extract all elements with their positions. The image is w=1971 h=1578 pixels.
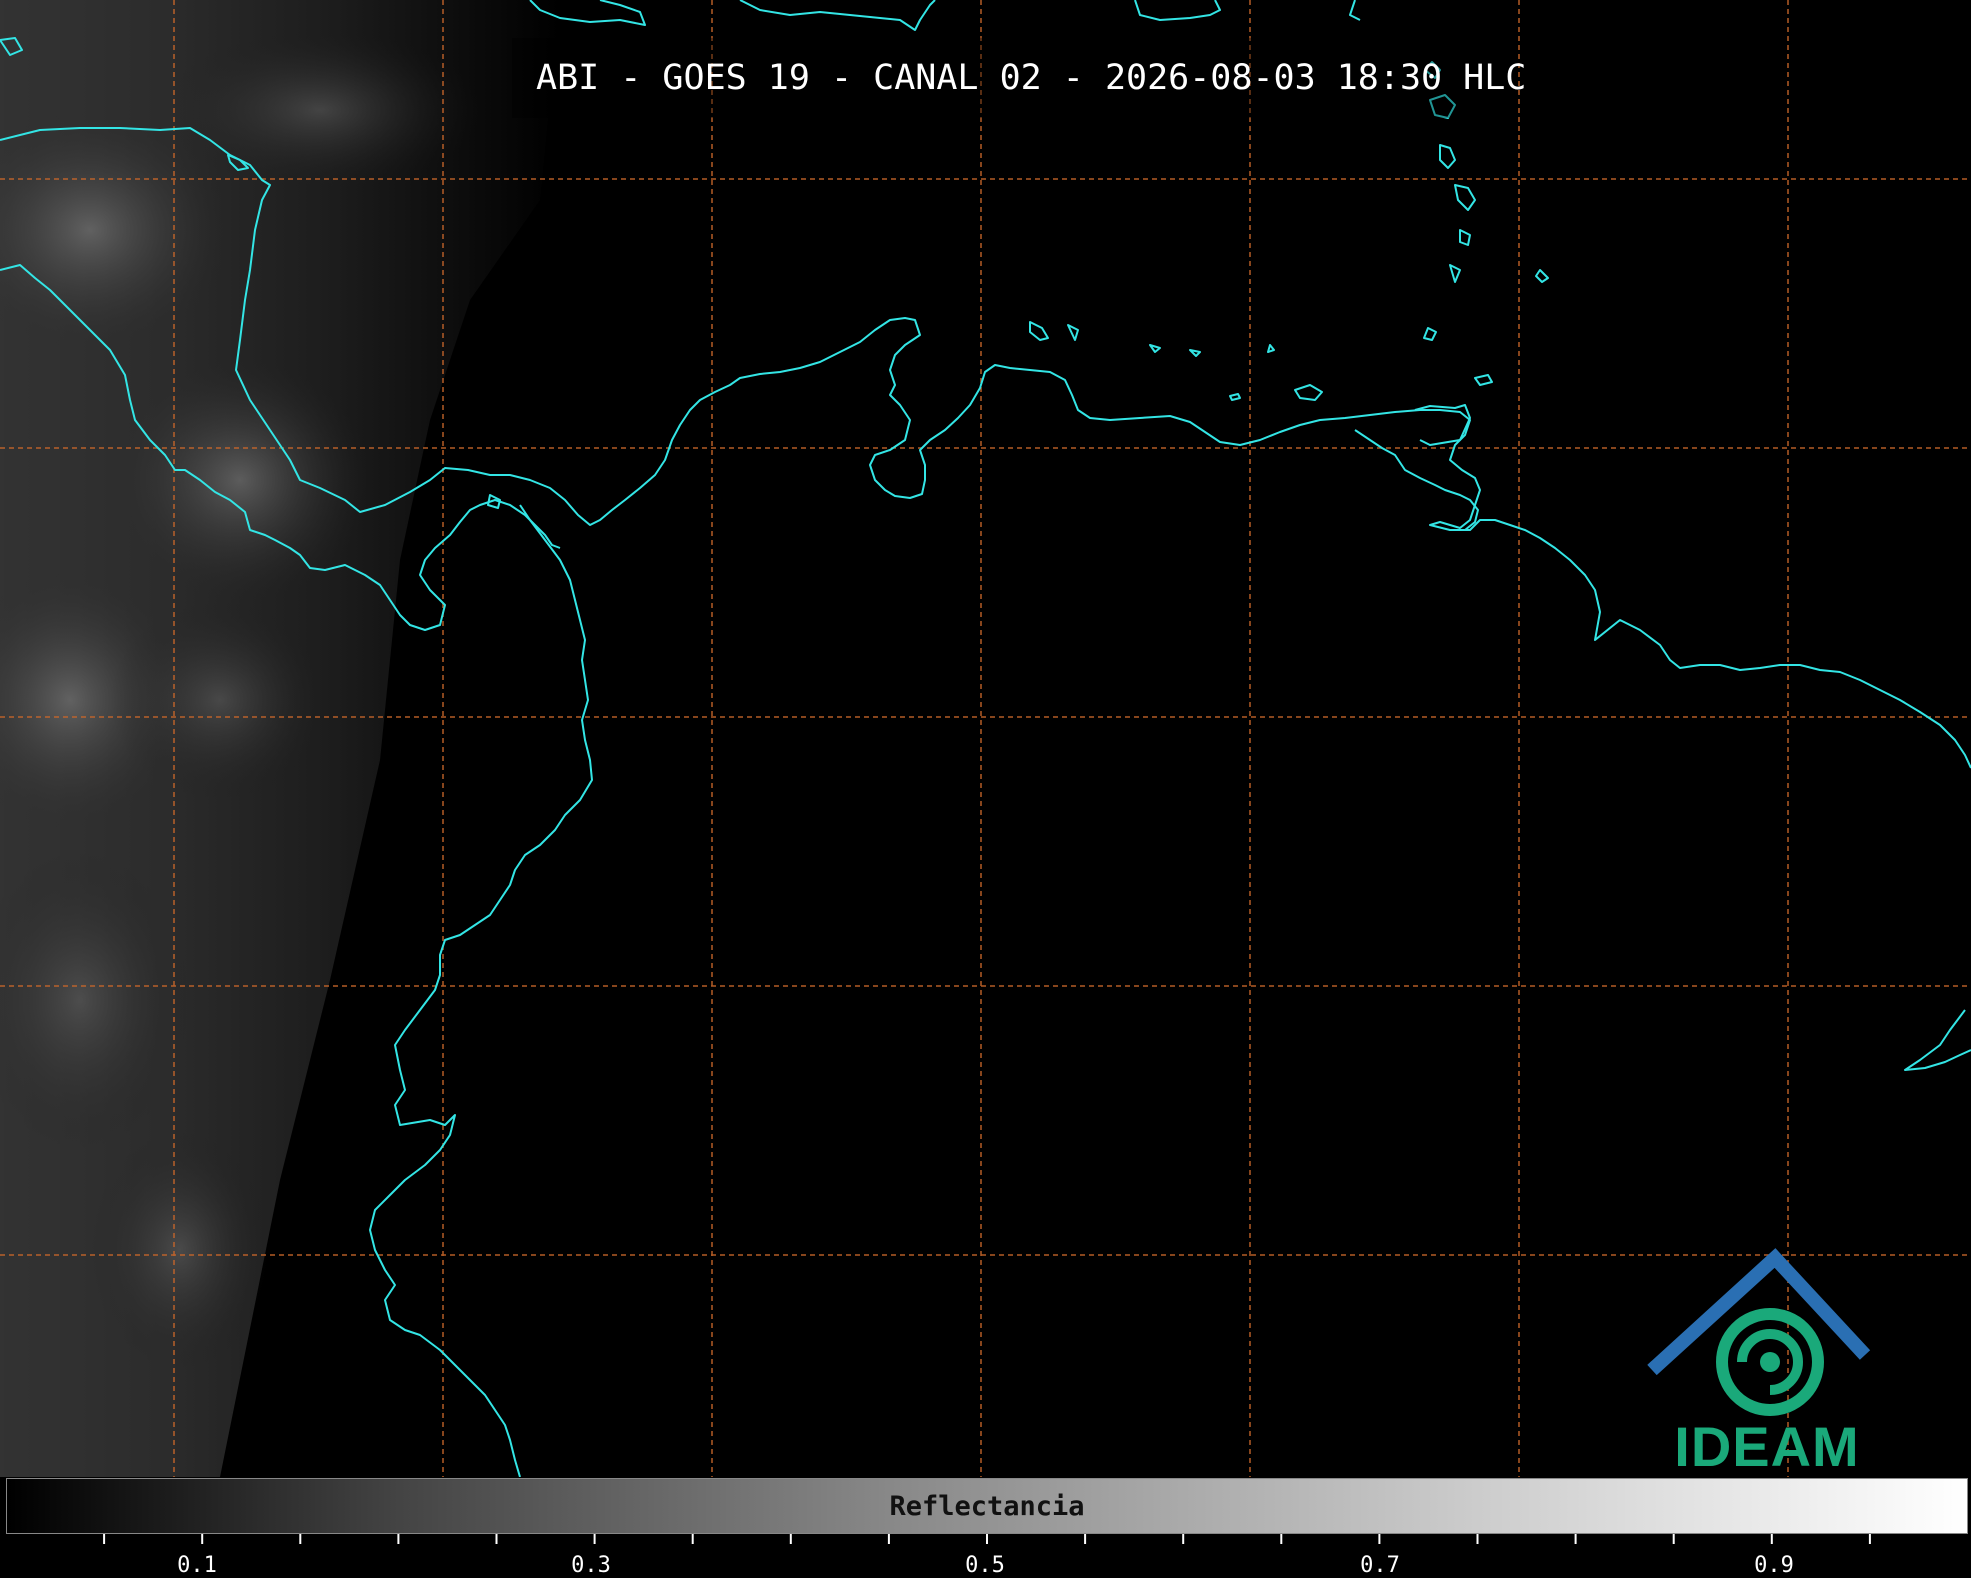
ideam-logo-icon xyxy=(1647,1248,1871,1416)
colorbar-tick-label: 0.3 xyxy=(571,1553,611,1578)
colorbar-tick-label: 0.7 xyxy=(1360,1553,1400,1578)
logo-wordmark: IDEAM xyxy=(1674,1415,1860,1478)
reflectance-colorbar: Reflectancia xyxy=(6,1478,1968,1534)
colorbar-tick-label: 0.9 xyxy=(1754,1553,1794,1578)
colorbar-tick-label: 0.1 xyxy=(177,1553,217,1578)
colorbar-label: Reflectancia xyxy=(889,1491,1085,1522)
map-title: ABI - GOES 19 - CANAL 02 - 2026-08-03 18… xyxy=(512,38,1526,118)
colorbar-tick-label: 0.5 xyxy=(965,1553,1005,1578)
satellite-map xyxy=(0,0,1971,1477)
